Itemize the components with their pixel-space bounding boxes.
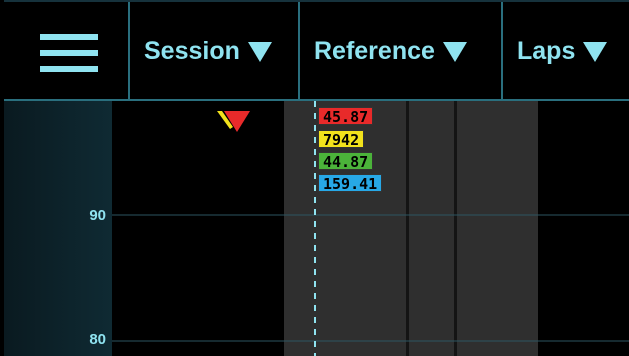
menu-button[interactable] [4,2,128,101]
laps-dropdown[interactable]: Laps [501,2,629,101]
toolbar: Session Reference Laps [4,0,629,101]
plot-area[interactable]: 45.87 7942 44.87 159.41 [112,101,629,356]
hamburger-icon [40,34,98,72]
y-axis: 90 80 [4,101,112,356]
cursor-readout: 159.41 [318,174,383,193]
lap-divider [454,101,457,356]
reference-label: Reference [314,37,435,65]
plot-canvas [112,101,629,356]
triangle-down-icon [583,41,608,62]
lap-divider [406,101,409,356]
y-tick-label: 90 [89,207,106,224]
laps-label: Laps [517,37,576,65]
session-dropdown[interactable]: Session [128,2,298,101]
cursor-readout: 7942 [318,130,365,149]
cursor-readout: 44.87 [318,152,374,171]
reference-dropdown[interactable]: Reference [298,2,501,101]
lap-marker-icon [217,111,250,132]
cursor-readout: 45.87 [318,107,374,126]
triangle-down-icon [247,41,272,62]
y-tick-label: 80 [89,331,106,348]
session-label: Session [144,37,240,65]
triangle-down-icon [442,41,467,62]
